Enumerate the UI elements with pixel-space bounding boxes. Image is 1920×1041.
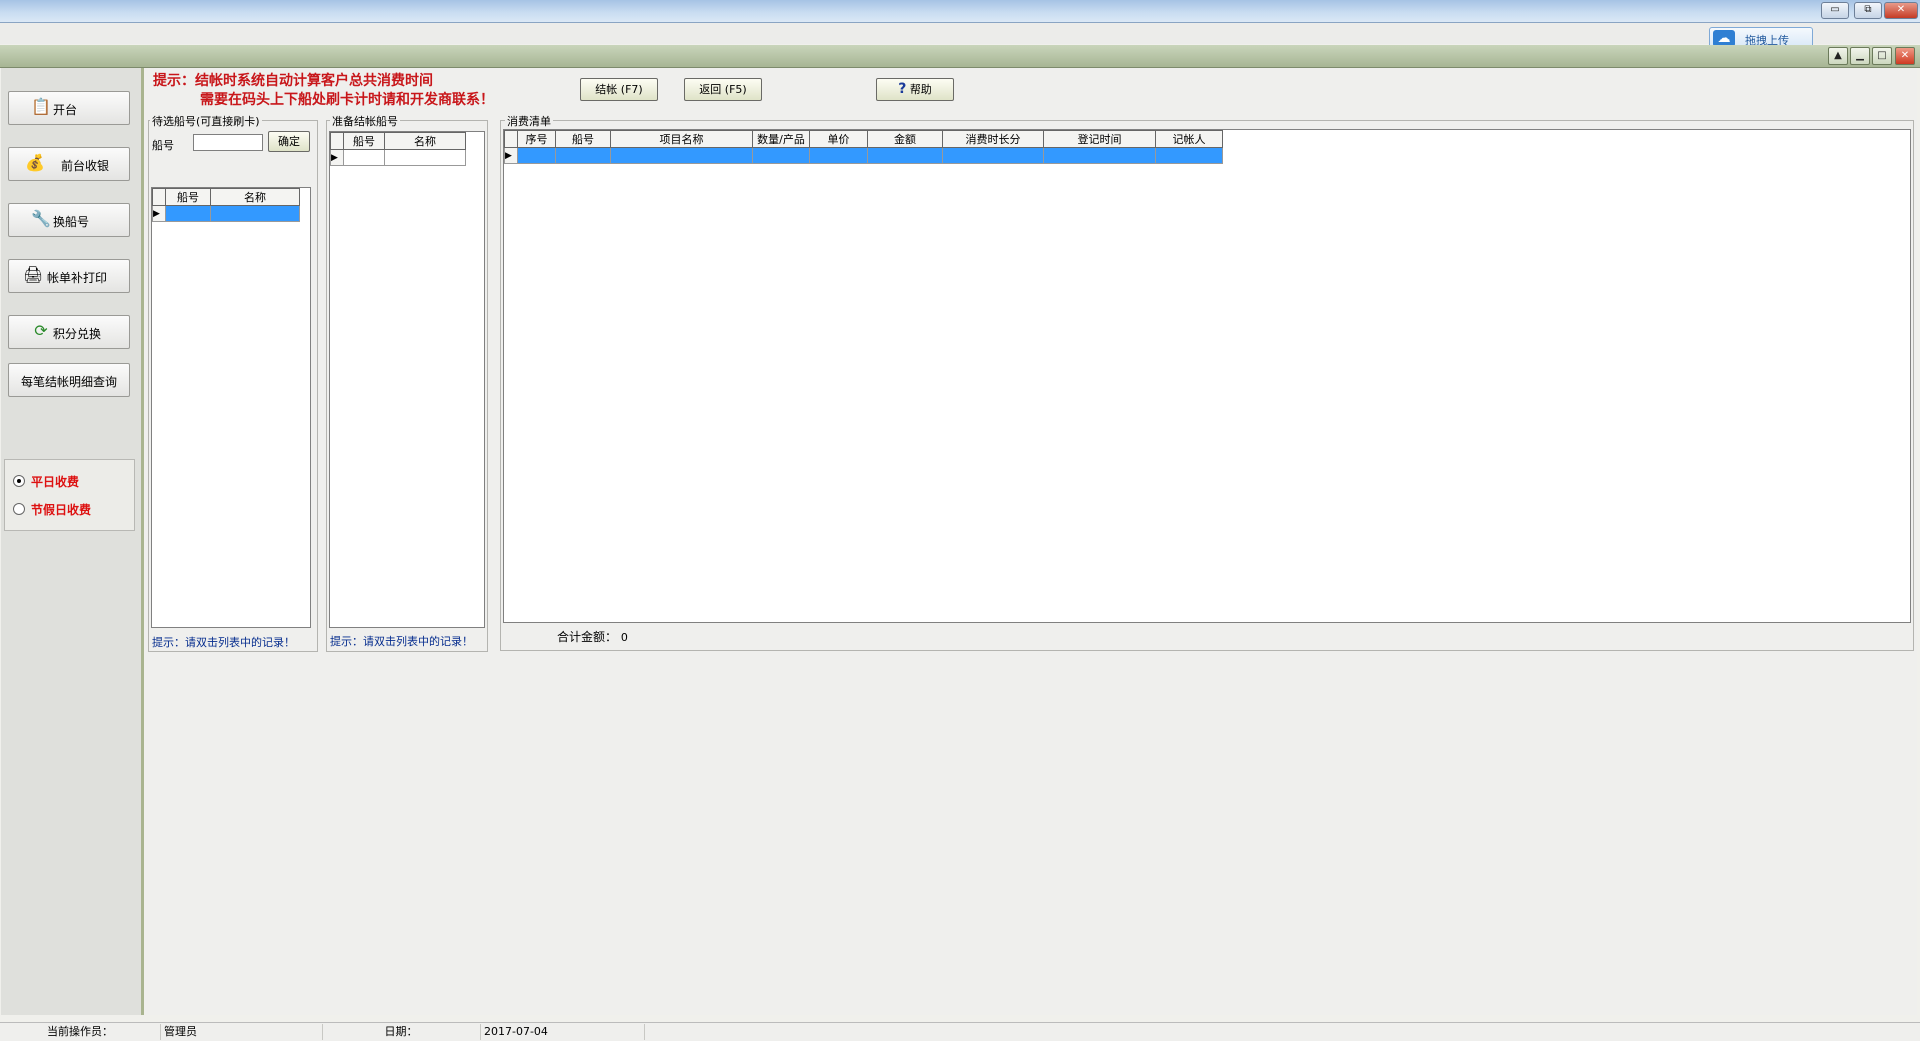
points-exchange-icon: ⟳ (34, 321, 48, 340)
help-label: 帮助 (909, 83, 932, 96)
mdi-minimize-button[interactable]: ▁ (1850, 47, 1870, 65)
bill-detail-query-label: 每笔结帐明细查询 (20, 375, 117, 389)
fee-mode-group: 平日收费 节假日收费 (4, 459, 135, 531)
row-pointer-icon: ▶ (152, 205, 166, 222)
mdi-collapse-button[interactable]: ▲ (1828, 47, 1848, 65)
ready-boats-grid[interactable]: 船号 名称 ▶ (329, 131, 485, 628)
app-titlebar: ▭ ⧉ ✕ (0, 0, 1920, 23)
col-duration-minutes[interactable]: 消费时长分 (942, 130, 1044, 148)
radio-indicator (13, 503, 25, 515)
grid-corner (152, 188, 166, 206)
cell-boat-number[interactable] (555, 147, 611, 164)
open-table-icon: 📋 (31, 97, 51, 116)
tip-line-2: 需要在码头上下船处刷卡计时请和开发商联系！ (200, 92, 494, 108)
toolbar-strip (0, 23, 1920, 44)
date-value: 2017-07-04 (482, 1024, 645, 1040)
back-button[interactable]: 返回 (F5) (684, 78, 762, 101)
col-boat-number[interactable]: 船号 (343, 132, 385, 150)
help-icon: ? (898, 81, 907, 97)
cell-register-time[interactable] (1043, 147, 1156, 164)
cell-item-name[interactable] (610, 147, 753, 164)
col-amount[interactable]: 金额 (867, 130, 943, 148)
consumption-grid[interactable]: 序号 船号 项目名称 数量/产品 单价 金额 消费时长分 登记时间 记帐人 ▶ (503, 129, 1911, 623)
col-boat-number[interactable]: 船号 (555, 130, 611, 148)
cell-recorder[interactable] (1155, 147, 1223, 164)
holiday-fee-label: 节假日收费 (31, 503, 92, 517)
row-pointer-icon: ▶ (330, 149, 344, 166)
col-seq[interactable]: 序号 (517, 130, 556, 148)
change-boat-label: 换船号 (53, 215, 90, 229)
col-quantity[interactable]: 数量/产品 (752, 130, 810, 148)
reprint-bill-label: 帐单补打印 (47, 271, 108, 285)
col-name[interactable]: 名称 (384, 132, 466, 150)
printer-icon: 🖨 (23, 265, 44, 284)
pending-boats-grid[interactable]: 船号 名称 ▶ (151, 187, 311, 628)
operator-value: 管理员 (162, 1024, 323, 1040)
boat-number-input[interactable] (193, 134, 263, 151)
cell-name[interactable] (384, 149, 466, 166)
tip-line-1: 提示：结帐时系统自动计算客户总共消费时间 (153, 73, 433, 89)
col-unit-price[interactable]: 单价 (809, 130, 868, 148)
date-label: 日期： (322, 1024, 481, 1040)
change-boat-button[interactable]: 🔧 换船号 (8, 203, 130, 237)
restore-button[interactable]: ⧉ (1854, 2, 1882, 19)
pending-boats-title: 待选船号(可直接刷卡) (150, 113, 262, 129)
close-button[interactable]: ✕ (1884, 2, 1918, 19)
minimize-button[interactable]: ▭ (1821, 2, 1849, 19)
weekday-fee-label: 平日收费 (31, 475, 80, 489)
help-button[interactable]: ? 帮助 (876, 78, 954, 101)
front-cashier-label: 前台收银 (61, 159, 110, 173)
table-row[interactable]: ▶ (504, 147, 1223, 164)
col-boat-number[interactable]: 船号 (165, 188, 211, 206)
cell-seq[interactable] (517, 147, 556, 164)
col-recorder[interactable]: 记帐人 (1155, 130, 1223, 148)
row-pointer-icon: ▶ (504, 147, 518, 164)
operator-label: 当前操作员： (0, 1024, 161, 1040)
ready-boats-title: 准备结帐船号 (330, 113, 400, 129)
cell-quantity[interactable] (752, 147, 810, 164)
open-table-label: 开台 (53, 103, 78, 117)
mdi-maximize-button[interactable]: □ (1872, 47, 1892, 65)
open-table-button[interactable]: 📋 开台 (8, 91, 130, 125)
total-amount-value: 0 (620, 631, 628, 644)
cell-duration-minutes[interactable] (942, 147, 1044, 164)
consumption-title: 消费清单 (505, 113, 553, 129)
cell-boat-number[interactable] (165, 205, 211, 222)
front-cashier-button[interactable]: 💰 前台收银 (8, 147, 130, 181)
bill-detail-query-button[interactable]: 每笔结帐明细查询 (8, 363, 130, 397)
confirm-button[interactable]: 确定 (268, 131, 310, 152)
col-register-time[interactable]: 登记时间 (1043, 130, 1156, 148)
boat-number-label: 船号 (152, 139, 174, 152)
cell-name[interactable] (210, 205, 300, 222)
mdi-close-button[interactable]: ✕ (1895, 47, 1915, 65)
mdi-titlebar: ▲ ▁ □ ✕ (0, 45, 1920, 68)
pending-hint: 提示：请双击列表中的记录！ (152, 636, 295, 649)
cell-boat-number[interactable] (343, 149, 385, 166)
points-exchange-label: 积分兑换 (53, 327, 102, 341)
grid-corner (504, 130, 518, 148)
grid-corner (330, 132, 344, 150)
table-row[interactable]: ▶ (152, 205, 300, 222)
radio-indicator (13, 475, 25, 487)
total-amount-label: 合计金额： (557, 630, 618, 644)
money-bag-icon: 💰 (25, 153, 45, 172)
points-exchange-button[interactable]: ⟳ 积分兑换 (8, 315, 130, 349)
ready-hint: 提示：请双击列表中的记录！ (330, 635, 473, 648)
status-bar: 当前操作员： 管理员 日期： 2017-07-04 (0, 1022, 1920, 1041)
col-name[interactable]: 名称 (210, 188, 300, 206)
checkout-button[interactable]: 结帐 (F7) (580, 78, 658, 101)
cell-unit-price[interactable] (809, 147, 868, 164)
table-row[interactable]: ▶ (330, 149, 466, 166)
total-amount: 合计金额： 0 (557, 628, 628, 645)
reprint-bill-button[interactable]: 🖨 帐单补打印 (8, 259, 130, 293)
col-item-name[interactable]: 项目名称 (610, 130, 753, 148)
cell-amount[interactable] (867, 147, 943, 164)
swap-tools-icon: 🔧 (31, 209, 51, 228)
